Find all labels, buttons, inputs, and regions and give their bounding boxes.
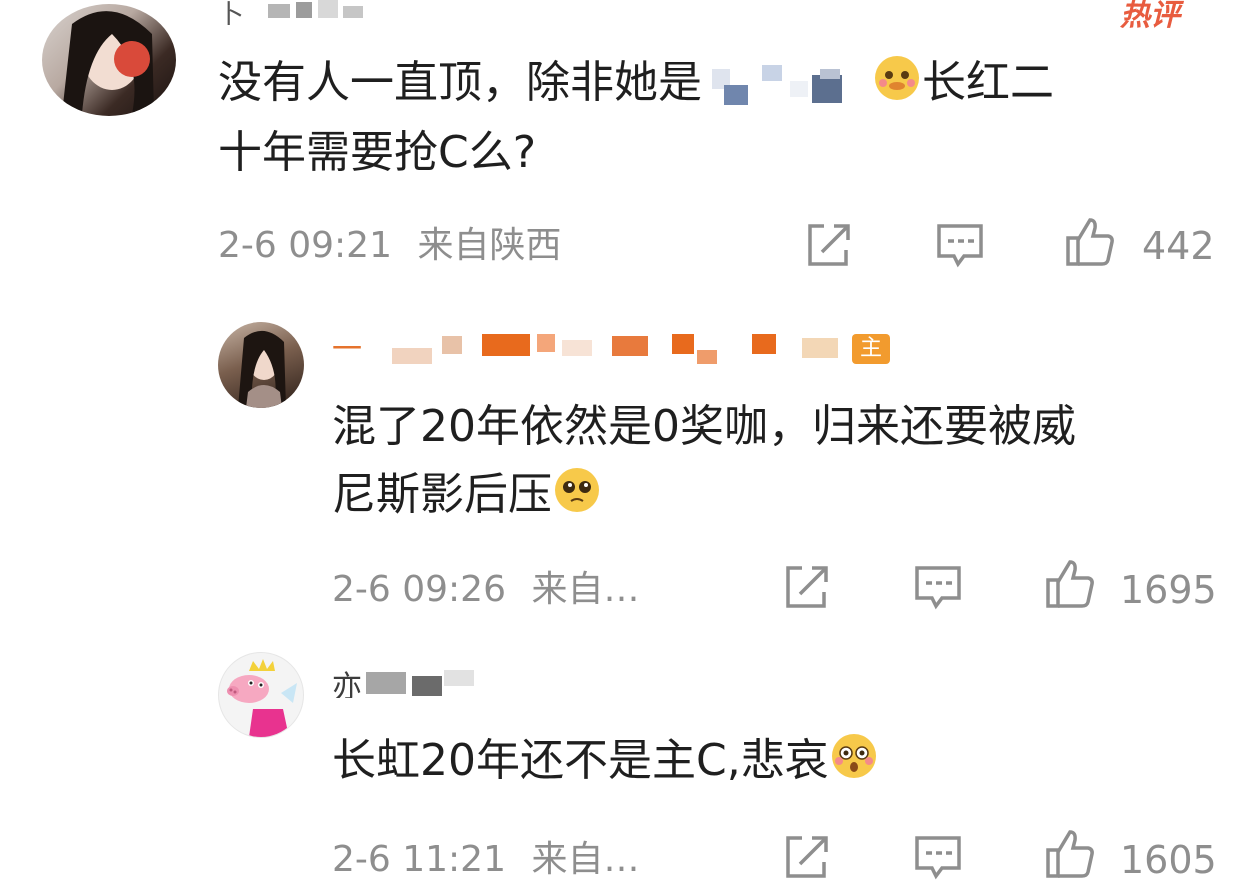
comment-icon[interactable]: [912, 832, 964, 884]
comment-icon[interactable]: [912, 562, 964, 614]
pleading-face-icon: [555, 468, 599, 512]
timestamp: 2-6 09:21: [218, 225, 392, 266]
timestamp: 2-6 11:21: [332, 839, 506, 880]
location[interactable]: 来自…: [531, 839, 639, 880]
avatar[interactable]: [218, 652, 304, 738]
avatar[interactable]: [42, 4, 176, 116]
flushed-face-icon: [831, 734, 876, 778]
hot-comment-badge: 热评: [1120, 0, 1180, 33]
username[interactable]: 卜: [218, 0, 418, 34]
comment-text: 长虹20年还不是主C,悲哀: [332, 730, 879, 792]
thumbs-up-icon[interactable]: [1044, 828, 1096, 880]
thumbs-up-icon[interactable]: [1064, 216, 1116, 268]
comment-icon[interactable]: [934, 220, 986, 272]
author-badge: 主: [852, 334, 890, 364]
location: 来自陕西: [417, 225, 562, 266]
redacted-mention: [702, 55, 872, 105]
thumbs-up-icon[interactable]: [1044, 558, 1096, 610]
like-count: 442: [1142, 224, 1215, 268]
comment-meta: 2-6 09:21 来自陕西: [218, 226, 561, 266]
username[interactable]: 一: [332, 330, 902, 364]
comment-meta: 2-6 11:21 来自…: [332, 840, 639, 880]
avatar[interactable]: [218, 322, 304, 408]
username[interactable]: 亦: [332, 664, 532, 698]
location[interactable]: 来自…: [531, 569, 639, 610]
comment-text: 没有人一直顶，除非她是 长红二: [218, 52, 1054, 114]
share-icon[interactable]: [802, 220, 854, 272]
pleading-face-icon: [875, 56, 919, 100]
like-count: 1695: [1120, 568, 1217, 612]
comment-text-line: 混了20年依然是0奖咖，归来还要被威: [332, 401, 1076, 452]
share-icon[interactable]: [780, 562, 832, 614]
comment-text-line: 尼斯影后压: [332, 464, 602, 526]
share-icon[interactable]: [780, 832, 832, 884]
timestamp: 2-6 09:26: [332, 569, 506, 610]
comment-text-line: 十年需要抢C么?: [218, 127, 537, 178]
like-count: 1605: [1120, 838, 1217, 882]
comment-meta: 2-6 09:26 来自…: [332, 570, 639, 610]
